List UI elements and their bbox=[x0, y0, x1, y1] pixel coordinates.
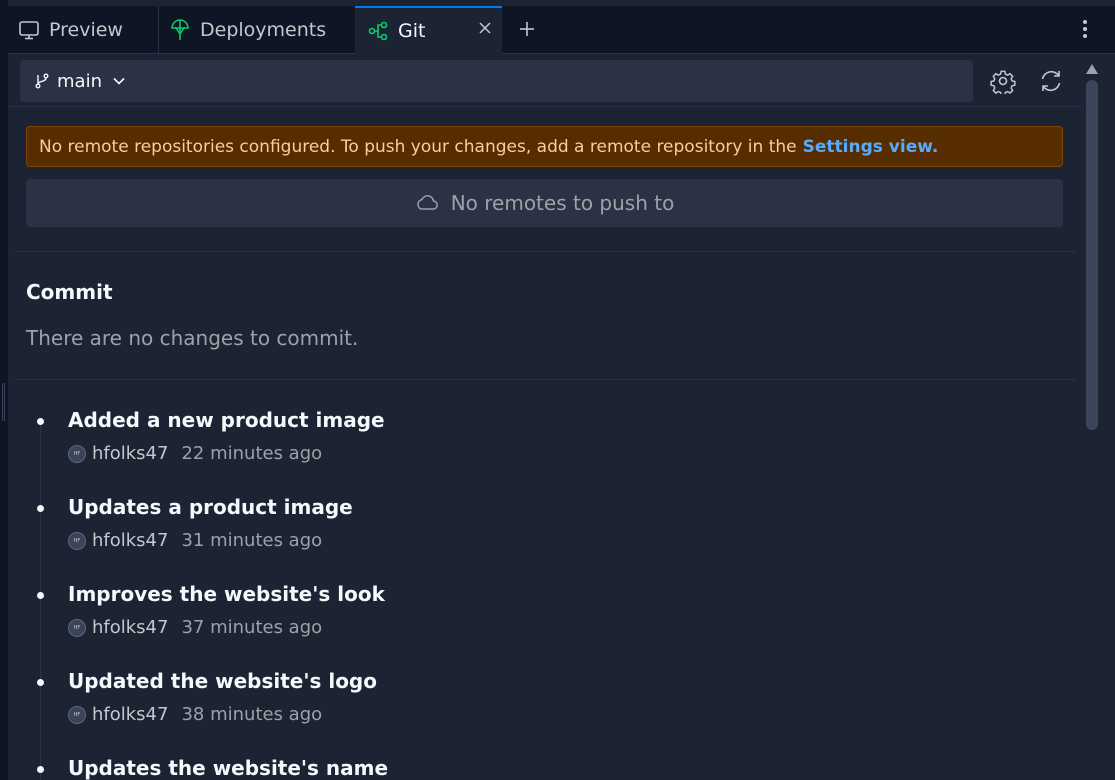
branch-selector[interactable]: main bbox=[20, 60, 973, 102]
settings-gear-icon[interactable] bbox=[989, 67, 1017, 95]
timeline-dot bbox=[37, 418, 44, 425]
commit-history-item[interactable]: Added a new product image HF hfolks47 22… bbox=[0, 408, 1070, 495]
tab-git[interactable]: Git bbox=[355, 6, 502, 54]
commit-message: Added a new product image bbox=[68, 408, 385, 432]
section-divider bbox=[14, 251, 1076, 252]
commit-author: hfolks47 bbox=[92, 530, 169, 551]
no-remote-warning: No remote repositories configured. To pu… bbox=[26, 126, 1063, 167]
scroll-up-arrow[interactable] bbox=[1085, 60, 1099, 74]
avatar: HF bbox=[68, 444, 86, 463]
avatar: HF bbox=[68, 705, 86, 724]
timeline-dot bbox=[37, 679, 44, 686]
branch-icon bbox=[34, 73, 50, 89]
cloud-icon bbox=[415, 194, 439, 212]
commit-author: hfolks47 bbox=[92, 704, 169, 725]
timeline-dot bbox=[37, 592, 44, 599]
add-tab-button[interactable] bbox=[516, 18, 538, 40]
monitor-icon bbox=[18, 19, 40, 41]
tab-label: Preview bbox=[49, 19, 123, 41]
toolbar-divider bbox=[8, 106, 1081, 107]
commit-history-item[interactable]: Improves the website's look HF hfolks47 … bbox=[0, 582, 1070, 669]
commit-heading: Commit bbox=[26, 280, 113, 304]
tab-preview[interactable]: Preview bbox=[18, 6, 158, 54]
tab-deployments[interactable]: Deployments bbox=[169, 6, 359, 54]
refresh-icon[interactable] bbox=[1037, 67, 1065, 95]
scrollbar-thumb[interactable] bbox=[1086, 80, 1098, 430]
commit-empty-message: There are no changes to commit. bbox=[26, 326, 359, 350]
avatar: HF bbox=[68, 618, 86, 637]
timeline-dot bbox=[37, 505, 44, 512]
tab-label: Deployments bbox=[200, 19, 327, 41]
section-divider bbox=[14, 379, 1076, 380]
git-icon bbox=[367, 20, 389, 42]
push-button[interactable]: No remotes to push to bbox=[26, 179, 1063, 227]
commit-message: Updates a product image bbox=[68, 495, 353, 519]
commit-author: hfolks47 bbox=[92, 617, 169, 638]
settings-view-link[interactable]: Settings view. bbox=[803, 137, 939, 157]
more-options-icon[interactable] bbox=[1080, 18, 1090, 40]
commit-history-item[interactable]: Updates a product image HF hfolks47 31 m… bbox=[0, 495, 1070, 582]
commit-time: 22 minutes ago bbox=[181, 443, 323, 464]
push-label: No remotes to push to bbox=[450, 191, 675, 215]
commit-time: 38 minutes ago bbox=[181, 704, 323, 725]
commit-meta: HF hfolks47 38 minutes ago bbox=[68, 704, 322, 725]
timeline-dot bbox=[37, 766, 44, 773]
tab-bar: Preview Deployments Git bbox=[8, 6, 1115, 54]
avatar: HF bbox=[68, 531, 86, 550]
branch-name: main bbox=[57, 70, 102, 92]
tab-label: Git bbox=[398, 20, 426, 42]
warning-text: No remote repositories configured. To pu… bbox=[39, 136, 797, 157]
commit-message: Improves the website's look bbox=[68, 582, 385, 606]
commit-meta: HF hfolks47 31 minutes ago bbox=[68, 530, 322, 551]
commit-meta: HF hfolks47 37 minutes ago bbox=[68, 617, 322, 638]
commit-time: 37 minutes ago bbox=[181, 617, 323, 638]
commit-history-item[interactable]: Updates the website's name bbox=[0, 756, 1070, 780]
tab-divider bbox=[158, 6, 159, 54]
commit-message: Updated the website's logo bbox=[68, 669, 377, 693]
close-icon[interactable] bbox=[476, 21, 494, 39]
deployments-icon bbox=[169, 19, 191, 41]
chevron-down-icon bbox=[111, 73, 127, 89]
commit-message: Updates the website's name bbox=[68, 756, 389, 780]
commit-author: hfolks47 bbox=[92, 443, 169, 464]
commit-time: 31 minutes ago bbox=[181, 530, 323, 551]
git-panel: Preview Deployments Git main No remote r… bbox=[0, 0, 1115, 780]
commit-meta: HF hfolks47 22 minutes ago bbox=[68, 443, 322, 464]
commit-history-item[interactable]: Updated the website's logo HF hfolks47 3… bbox=[0, 669, 1070, 756]
